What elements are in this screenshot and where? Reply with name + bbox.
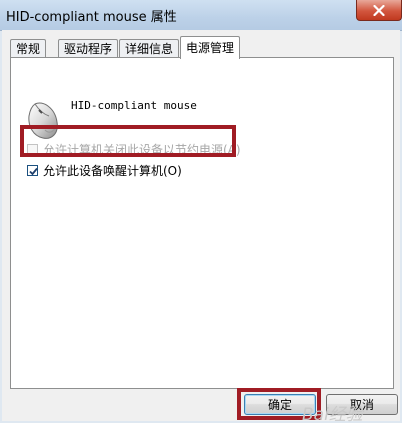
device-name: HID-compliant mouse bbox=[71, 99, 197, 112]
mouse-icon bbox=[25, 98, 61, 142]
allow-power-off-checkbox bbox=[27, 143, 38, 155]
tab-strip: 常规 驱动程序 详细信息 电源管理 bbox=[2, 30, 400, 59]
allow-wake-label: 允许此设备唤醒计算机(O) bbox=[43, 163, 182, 178]
watermark: Bai经验 bbox=[302, 405, 363, 425]
tab-general[interactable]: 常规 bbox=[10, 39, 47, 58]
allow-power-off-label: 允许计算机关闭此设备以节约电源(A) bbox=[43, 142, 241, 157]
allow-wake-option[interactable]: 允许此设备唤醒计算机(O) bbox=[27, 162, 182, 178]
dialog-client-area: 常规 驱动程序 详细信息 电源管理 HID-compliant mouse 允许… bbox=[2, 30, 400, 425]
tab-details[interactable]: 详细信息 bbox=[119, 39, 180, 58]
window-title: HID-compliant mouse 属性 bbox=[6, 10, 177, 25]
properties-dialog: HID-compliant mouse 属性 常规 驱动程序 详细信息 电源管理 bbox=[0, 0, 402, 425]
checkmark-icon bbox=[29, 167, 38, 175]
allow-power-off-option: 允许计算机关闭此设备以节约电源(A) bbox=[27, 141, 241, 157]
power-management-panel: HID-compliant mouse 允许计算机关闭此设备以节约电源(A) 允… bbox=[10, 57, 394, 389]
title-bar[interactable]: HID-compliant mouse 属性 bbox=[0, 0, 402, 31]
tab-driver[interactable]: 驱动程序 bbox=[58, 39, 119, 58]
close-icon bbox=[373, 4, 385, 16]
allow-wake-checkbox[interactable] bbox=[27, 164, 38, 176]
close-button[interactable] bbox=[356, 0, 402, 21]
tab-power-management[interactable]: 电源管理 bbox=[180, 36, 241, 59]
